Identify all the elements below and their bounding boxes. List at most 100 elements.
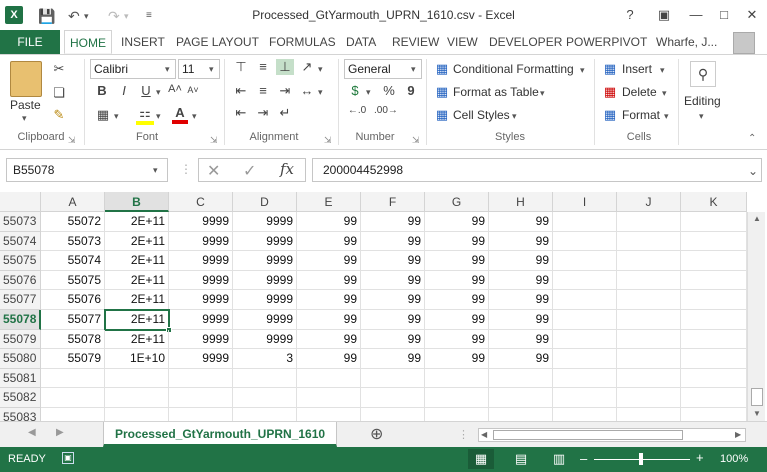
sheet-tab-active[interactable]: Processed_GtYarmouth_UPRN_1610 xyxy=(103,422,337,447)
insert-dropdown-icon[interactable]: ▾ xyxy=(660,65,665,76)
cell[interactable] xyxy=(41,368,105,389)
cell[interactable]: 99 xyxy=(489,310,553,330)
cell[interactable]: 3 xyxy=(233,349,297,369)
cell[interactable] xyxy=(489,368,553,389)
tab-formulas[interactable]: FORMULAS xyxy=(264,30,341,54)
delete-dropdown-icon[interactable]: ▾ xyxy=(662,88,667,99)
accounting-format-icon[interactable]: $ xyxy=(346,83,364,98)
cell[interactable] xyxy=(425,408,489,421)
cell[interactable] xyxy=(617,270,681,291)
help-icon[interactable]: ? xyxy=(620,5,640,25)
expand-formula-icon[interactable]: ⌄ xyxy=(748,164,758,178)
column-header-j[interactable]: J xyxy=(617,192,681,212)
cell[interactable] xyxy=(617,368,681,389)
cell[interactable] xyxy=(361,368,425,389)
cell[interactable] xyxy=(297,368,361,389)
cell[interactable]: 9999 xyxy=(169,251,233,271)
cell[interactable]: 99 xyxy=(489,290,553,310)
cell[interactable] xyxy=(361,388,425,408)
cell[interactable] xyxy=(105,388,169,408)
cell[interactable] xyxy=(553,251,617,271)
cell[interactable]: 9999 xyxy=(233,310,297,330)
cell[interactable] xyxy=(553,310,617,330)
cell[interactable] xyxy=(169,408,233,421)
font-name-select[interactable]: Calibri xyxy=(90,59,176,79)
copy-icon[interactable]: ❏ xyxy=(50,85,68,101)
tab-review[interactable]: REVIEW xyxy=(387,30,444,54)
cell[interactable]: 55076 xyxy=(41,290,105,310)
tab-insert[interactable]: INSERT xyxy=(116,30,170,54)
cell[interactable] xyxy=(425,368,489,389)
cell[interactable] xyxy=(105,408,169,421)
row-header[interactable]: 55079 xyxy=(0,329,41,350)
cell[interactable]: 9999 xyxy=(233,329,297,350)
cell[interactable] xyxy=(681,290,747,310)
bold-button[interactable]: B xyxy=(94,83,110,98)
cell[interactable]: 9999 xyxy=(169,290,233,310)
comma-style-button[interactable]: 9 xyxy=(402,83,420,98)
underline-dropdown-icon[interactable]: ▾ xyxy=(156,87,161,98)
row-header[interactable]: 55081 xyxy=(0,368,41,389)
align-bottom-icon[interactable]: ⊥ xyxy=(276,59,294,75)
cell[interactable] xyxy=(553,270,617,291)
delete-cells-button[interactable]: Delete xyxy=(622,84,657,100)
column-header-b[interactable]: B xyxy=(105,192,169,212)
number-format-dropdown-icon[interactable]: ▾ xyxy=(411,64,416,75)
decrease-decimal-icon[interactable]: .00→ xyxy=(374,105,398,116)
sheet-scroll-right-icon[interactable]: ▶ xyxy=(56,427,64,438)
cell[interactable]: 9999 xyxy=(233,231,297,252)
editing-button[interactable]: Editing xyxy=(684,93,721,109)
cell[interactable]: 2E+11 xyxy=(105,251,169,271)
horizontal-scrollbar[interactable]: ◀ ▶ xyxy=(478,428,746,442)
row-header[interactable]: 55078 xyxy=(0,310,41,330)
cell[interactable]: 99 xyxy=(297,212,361,232)
align-middle-icon[interactable]: ≡ xyxy=(254,59,272,74)
cell[interactable]: 99 xyxy=(489,212,553,232)
cell[interactable]: 55079 xyxy=(41,349,105,369)
cell[interactable] xyxy=(553,290,617,310)
wrap-text-icon[interactable]: ↵ xyxy=(276,105,294,121)
italic-button[interactable]: I xyxy=(116,83,132,98)
minimize-icon[interactable]: — xyxy=(686,5,706,25)
macro-record-icon[interactable]: ▣ xyxy=(62,452,74,464)
cell[interactable]: 55075 xyxy=(41,270,105,291)
tab-split-grip-icon[interactable]: ⋮ xyxy=(458,428,469,441)
cell[interactable]: 9999 xyxy=(233,212,297,232)
cell[interactable] xyxy=(105,368,169,389)
cell[interactable]: 2E+11 xyxy=(105,212,169,232)
vertical-scrollbar[interactable]: ▲ ▼ xyxy=(747,212,765,421)
tab-developer[interactable]: DEVELOPER xyxy=(484,30,567,54)
cell[interactable] xyxy=(233,408,297,421)
cell[interactable] xyxy=(617,231,681,252)
tab-view[interactable]: VIEW xyxy=(442,30,483,54)
cell[interactable] xyxy=(361,408,425,421)
format-cells-button[interactable]: Format xyxy=(622,107,660,123)
column-header-g[interactable]: G xyxy=(425,192,489,212)
cell[interactable] xyxy=(489,408,553,421)
cell[interactable] xyxy=(681,388,747,408)
cell[interactable] xyxy=(553,408,617,421)
sheet-scroll-left-icon[interactable]: ◀ xyxy=(28,427,36,438)
name-box-dropdown-icon[interactable]: ▾ xyxy=(153,165,158,176)
increase-indent-icon[interactable]: ⇥ xyxy=(254,105,272,121)
page-layout-view-icon[interactable]: ▤ xyxy=(508,449,534,469)
cell[interactable] xyxy=(233,368,297,389)
cell[interactable] xyxy=(617,388,681,408)
decrease-indent-icon[interactable]: ⇤ xyxy=(232,105,250,121)
merge-dropdown-icon[interactable]: ▾ xyxy=(318,87,323,98)
formula-input[interactable]: 200004452998 xyxy=(312,158,762,182)
row-header[interactable]: 55075 xyxy=(0,251,41,271)
row-header[interactable]: 55076 xyxy=(0,270,41,291)
ribbon-display-icon[interactable]: ▣ xyxy=(654,5,674,25)
font-launcher-icon[interactable]: ⇲ xyxy=(210,135,218,146)
cell[interactable]: 9999 xyxy=(169,270,233,291)
insert-function-icon[interactable]: fx xyxy=(280,160,294,178)
decrease-font-icon[interactable]: A˅ xyxy=(186,85,200,95)
column-header-h[interactable]: H xyxy=(489,192,553,212)
percent-style-button[interactable]: % xyxy=(380,83,398,98)
tab-data[interactable]: DATA xyxy=(341,30,381,54)
conditional-formatting-dropdown-icon[interactable]: ▾ xyxy=(580,65,585,76)
select-all-corner[interactable] xyxy=(0,192,41,212)
paste-icon[interactable] xyxy=(10,61,42,97)
cell[interactable] xyxy=(553,388,617,408)
